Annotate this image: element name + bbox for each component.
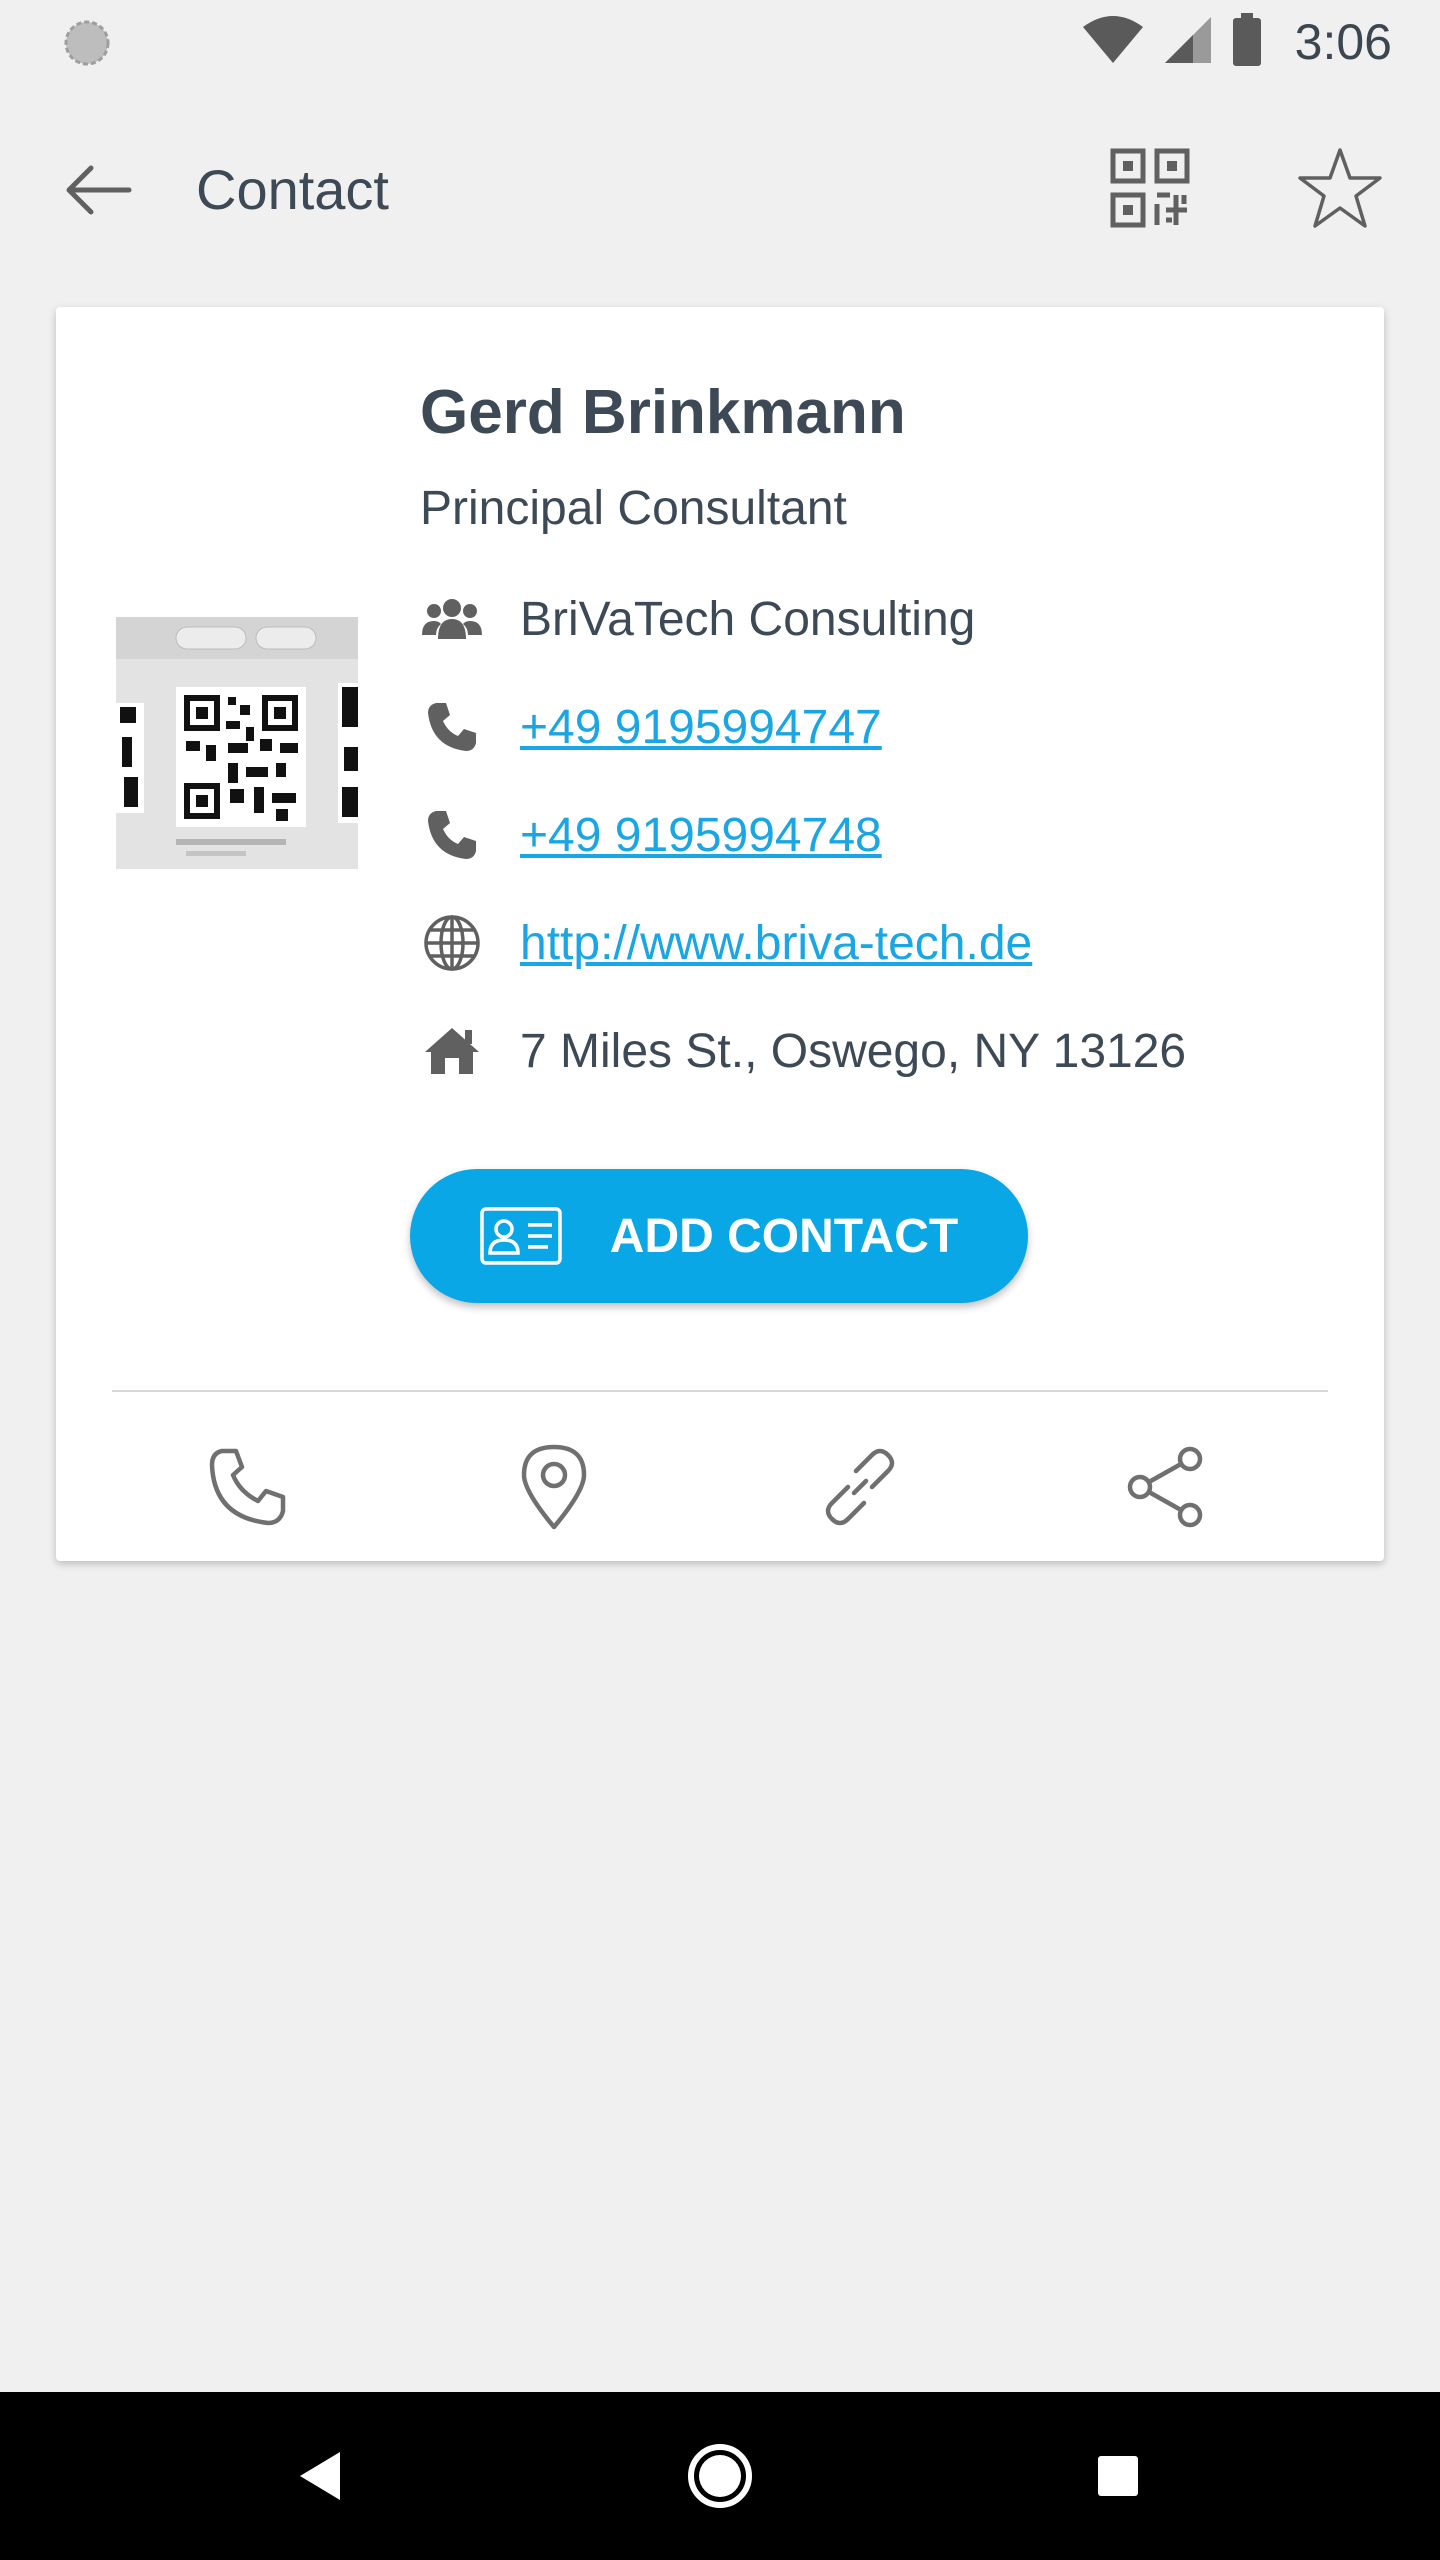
- system-nav-bar: [0, 2392, 1440, 2560]
- back-triangle-icon[interactable]: [270, 2426, 370, 2526]
- phone-icon: [420, 803, 484, 867]
- page-title: Contact: [196, 158, 389, 221]
- contact-name: Gerd Brinkmann: [420, 378, 906, 447]
- battery-icon: [1231, 12, 1263, 72]
- qr-code-icon[interactable]: [1100, 138, 1200, 238]
- contact-card-icon: [480, 1207, 562, 1265]
- star-icon[interactable]: [1290, 138, 1390, 238]
- add-contact-button[interactable]: ADD CONTACT: [410, 1169, 1028, 1303]
- home-icon: [420, 1019, 484, 1083]
- group-icon: [420, 587, 484, 651]
- signal-icon: [1163, 15, 1213, 70]
- clock: 3:06: [1294, 14, 1392, 70]
- call-action-button[interactable]: [198, 1437, 298, 1537]
- card-divider: [112, 1390, 1328, 1392]
- contact-job-title: Principal Consultant: [420, 482, 847, 535]
- address-row: 7 Miles St., Oswego, NY 13126: [420, 1011, 1186, 1091]
- website-row[interactable]: http://www.briva-tech.de: [420, 903, 1032, 983]
- map-action-button[interactable]: [504, 1437, 604, 1537]
- phone-link-2[interactable]: +49 9195994748: [520, 808, 882, 863]
- sync-icon: [62, 18, 112, 68]
- share-icon: [1127, 1446, 1203, 1528]
- add-contact-label: ADD CONTACT: [609, 1209, 959, 1263]
- phone-icon: [209, 1448, 286, 1526]
- website-link[interactable]: http://www.briva-tech.de: [520, 916, 1032, 971]
- scanned-qr-thumbnail: [116, 617, 358, 869]
- contact-card: Gerd Brinkmann Principal Consultant BriV…: [56, 307, 1384, 1561]
- status-icons: 3:06: [1081, 10, 1392, 74]
- link-icon: [825, 1448, 895, 1526]
- wifi-icon: [1081, 15, 1145, 70]
- phone-icon: [420, 695, 484, 759]
- action-bar: [112, 1417, 1328, 1557]
- recents-square-icon[interactable]: [1068, 2426, 1168, 2526]
- company-name: BriVaTech Consulting: [520, 592, 976, 646]
- status-bar: 3:06: [0, 0, 1440, 84]
- address-text: 7 Miles St., Oswego, NY 13126: [520, 1024, 1187, 1078]
- app-bar: Contact: [0, 110, 1440, 260]
- link-action-button[interactable]: [810, 1437, 910, 1537]
- globe-icon: [420, 911, 484, 975]
- share-action-button[interactable]: [1116, 1437, 1216, 1537]
- location-pin-icon: [521, 1444, 587, 1530]
- company-row: BriVaTech Consulting: [420, 579, 975, 659]
- phone-row-1[interactable]: +49 9195994747: [420, 687, 882, 767]
- back-arrow-icon[interactable]: [58, 150, 138, 230]
- phone-row-2[interactable]: +49 9195994748: [420, 795, 882, 875]
- phone-link-1[interactable]: +49 9195994747: [520, 700, 882, 755]
- home-circle-icon[interactable]: [670, 2426, 770, 2526]
